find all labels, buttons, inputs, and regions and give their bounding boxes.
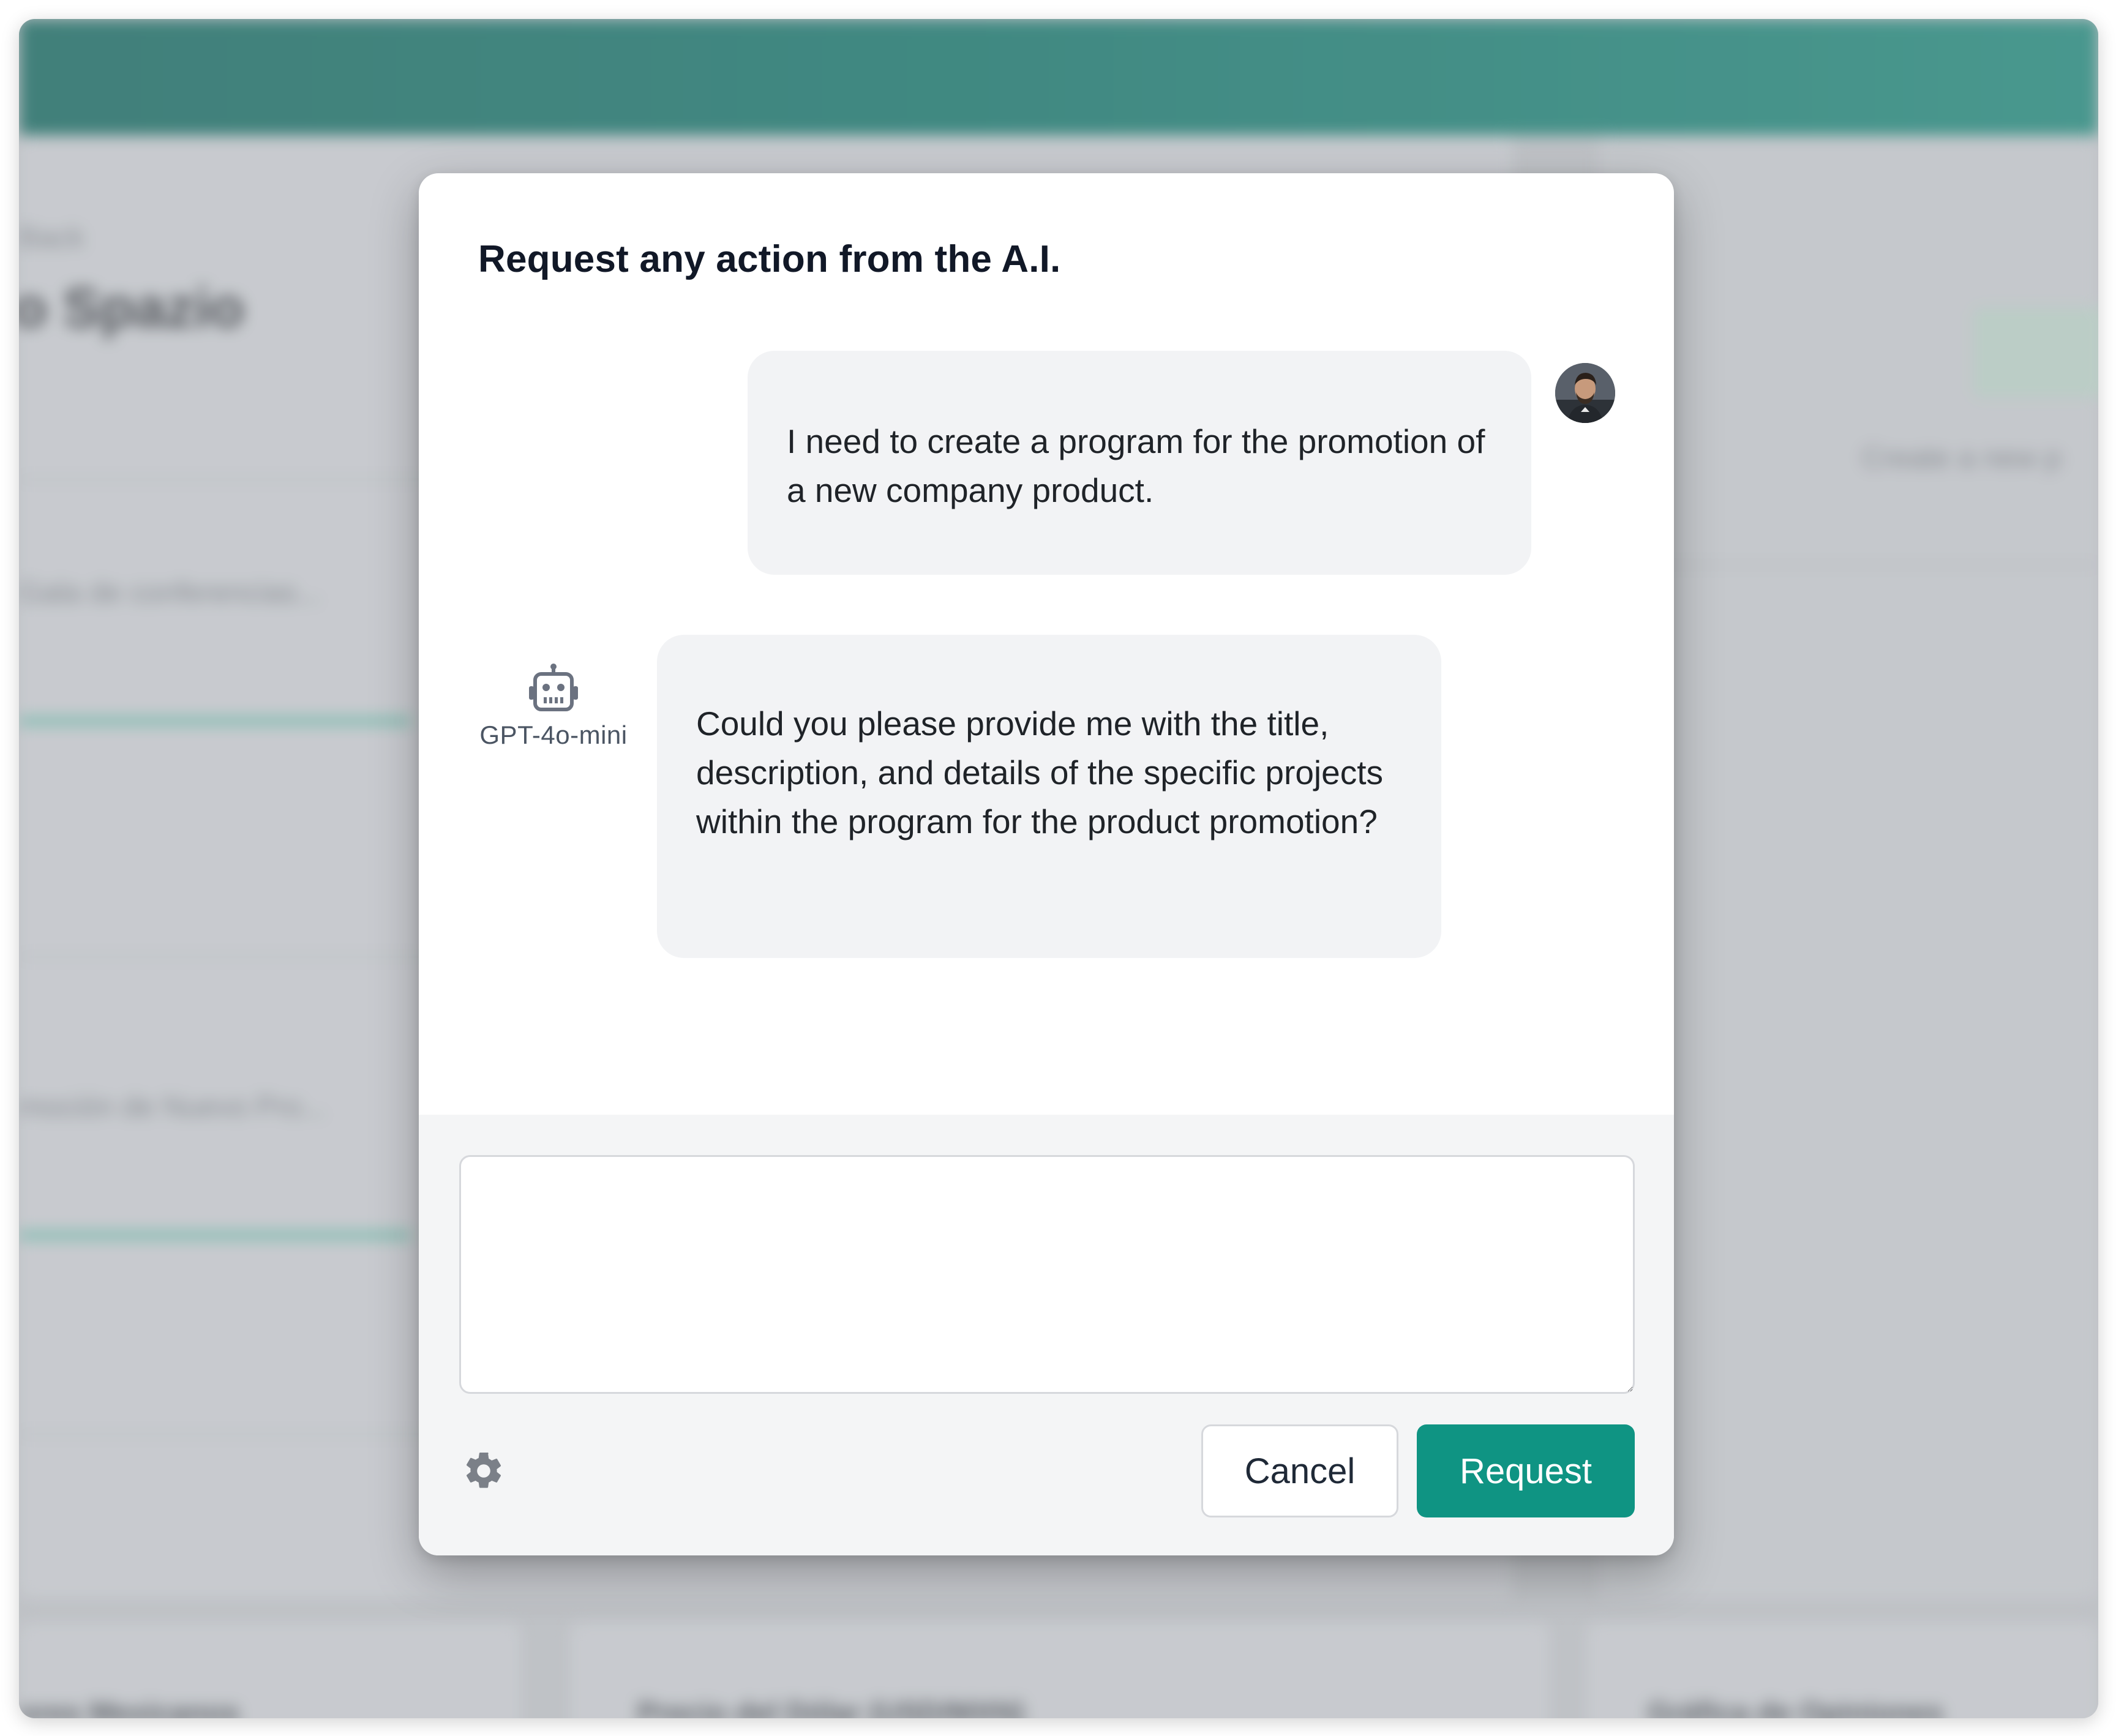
robot-icon	[529, 664, 578, 711]
cancel-button[interactable]: Cancel	[1201, 1424, 1398, 1517]
assistant-message-text: Could you please provide me with the tit…	[696, 705, 1383, 840]
ai-request-dialog: Request any action from the A.I. I need …	[419, 173, 1674, 1555]
assistant-message: Could you please provide me with the tit…	[657, 635, 1441, 958]
dialog-title: Request any action from the A.I.	[478, 238, 1061, 280]
prompt-input[interactable]	[459, 1155, 1635, 1394]
model-label: GPT-4o-mini	[479, 720, 628, 749]
assistant-badge: GPT-4o-mini	[474, 663, 633, 750]
settings-button[interactable]	[459, 1446, 508, 1495]
user-avatar	[1555, 363, 1615, 423]
request-button[interactable]: Request	[1417, 1424, 1635, 1517]
user-message-text: I need to create a program for the promo…	[787, 422, 1485, 509]
gear-icon	[466, 1452, 501, 1488]
user-message: I need to create a program for the promo…	[748, 351, 1531, 575]
